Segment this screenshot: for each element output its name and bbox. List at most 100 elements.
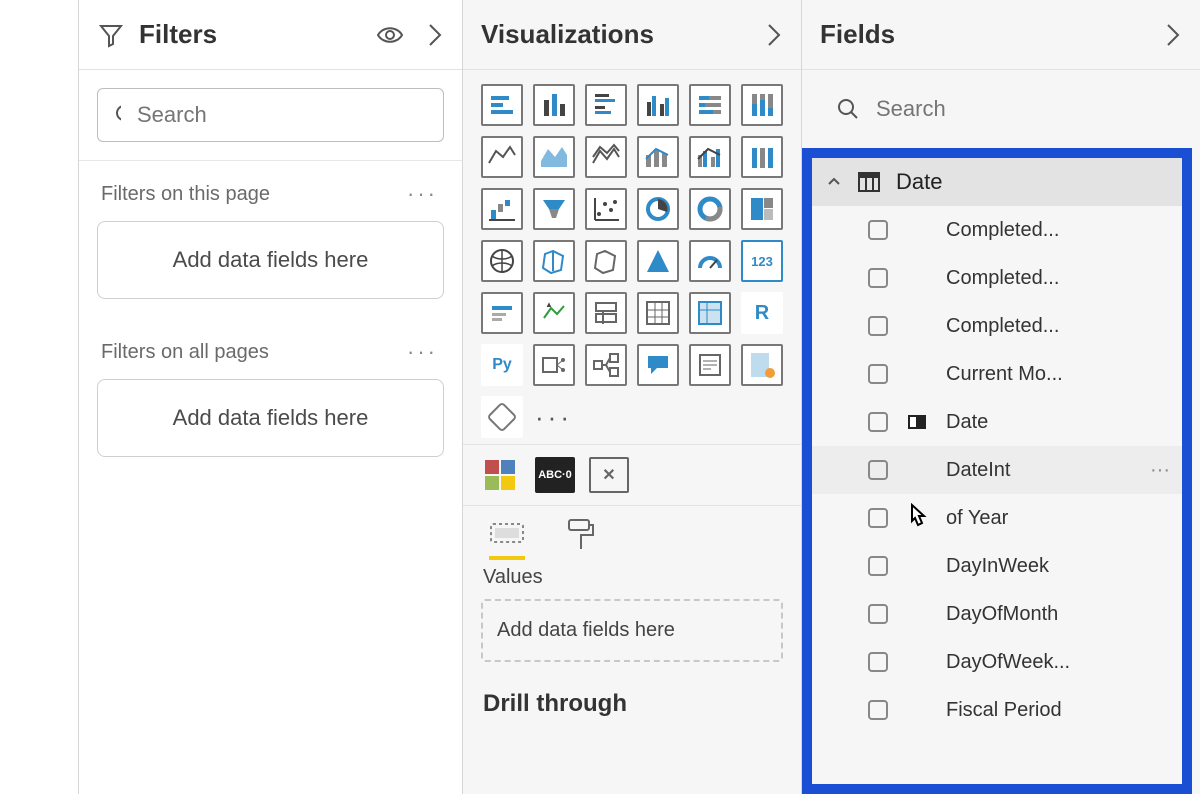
field-checkbox[interactable] <box>868 316 888 336</box>
fields-title: Fields <box>820 19 895 50</box>
viz-funnel[interactable] <box>533 188 575 230</box>
remove-chip[interactable]: ✕ <box>589 457 629 493</box>
field-item[interactable]: Date <box>812 398 1182 446</box>
viz-qna[interactable] <box>637 344 679 386</box>
viz-stacked-area[interactable] <box>585 136 627 178</box>
field-checkbox[interactable] <box>868 700 888 720</box>
field-checkbox[interactable] <box>868 556 888 576</box>
viz-line-column[interactable] <box>637 136 679 178</box>
drill-through-label: Drill through <box>463 684 801 724</box>
more-icon[interactable]: ··· <box>407 181 438 207</box>
field-label: DayOfMonth <box>946 603 1058 626</box>
filters-this-page-drop[interactable]: Add data fields here <box>97 221 444 299</box>
theme-chip[interactable] <box>481 457 521 493</box>
viz-clustered-bar[interactable] <box>585 84 627 126</box>
viz-card[interactable]: 123 <box>741 240 783 282</box>
values-label: Values <box>463 560 801 599</box>
search-icon <box>836 97 860 121</box>
field-checkbox[interactable] <box>868 604 888 624</box>
viz-decomposition[interactable] <box>585 344 627 386</box>
field-checkbox[interactable] <box>868 412 888 432</box>
fields-table-header[interactable]: Date <box>812 158 1182 206</box>
viz-donut[interactable] <box>689 188 731 230</box>
field-more-icon[interactable]: ··· <box>1150 459 1170 482</box>
field-checkbox[interactable] <box>868 652 888 672</box>
viz-filled-map[interactable] <box>533 240 575 282</box>
field-item[interactable]: DayInWeek <box>812 542 1182 590</box>
field-item[interactable]: DateInt ··· <box>812 446 1182 494</box>
viz-treemap[interactable] <box>741 188 783 230</box>
filters-search-input[interactable] <box>135 101 427 129</box>
field-checkbox[interactable] <box>868 460 888 480</box>
fields-search-input[interactable] <box>874 95 1166 123</box>
viz-line-clustered[interactable] <box>689 136 731 178</box>
chevron-right-icon[interactable] <box>426 21 444 49</box>
field-label: of Year <box>946 507 1008 530</box>
viz-stacked-column[interactable] <box>533 84 575 126</box>
field-label: Current Mo... <box>946 363 1063 386</box>
viz-100-column[interactable] <box>741 84 783 126</box>
viz-azure-map[interactable] <box>637 240 679 282</box>
abc-chip[interactable]: ABC·0 <box>535 457 575 493</box>
field-item[interactable]: Completed... <box>812 206 1182 254</box>
filters-all-pages-label: Filters on all pages <box>101 341 269 364</box>
fields-pane-header: Fields <box>802 0 1200 70</box>
filters-title: Filters <box>139 19 217 50</box>
viz-map[interactable] <box>481 240 523 282</box>
field-item[interactable]: DayOfMonth <box>812 590 1182 638</box>
eye-icon[interactable] <box>376 24 404 46</box>
chevron-right-icon[interactable] <box>1164 21 1182 49</box>
viz-gauge[interactable] <box>689 240 731 282</box>
more-icon[interactable]: ··· <box>407 339 438 365</box>
viz-pie[interactable] <box>637 188 679 230</box>
table-icon <box>858 172 880 192</box>
filters-search[interactable] <box>97 88 444 142</box>
viz-key-influencers[interactable] <box>533 344 575 386</box>
values-drop[interactable]: Add data fields here <box>481 599 783 662</box>
build-format-tab[interactable] <box>565 518 595 560</box>
field-checkbox[interactable] <box>868 220 888 240</box>
field-label: DateInt <box>946 459 1010 482</box>
viz-clustered-column[interactable] <box>637 84 679 126</box>
viz-r[interactable]: R <box>741 292 783 334</box>
field-label: Fiscal Period <box>946 699 1062 722</box>
viz-python[interactable]: Py <box>481 344 523 386</box>
viz-paginated[interactable] <box>741 344 783 386</box>
field-item[interactable]: Fiscal Period <box>812 686 1182 734</box>
field-item[interactable]: Completed... <box>812 254 1182 302</box>
chevron-right-icon[interactable] <box>765 21 783 49</box>
field-item[interactable]: Completed... <box>812 302 1182 350</box>
viz-waterfall[interactable] <box>481 188 523 230</box>
viz-smart-narrative[interactable] <box>689 344 731 386</box>
visualization-gallery: 123 ▲ R Py ··· <box>481 84 783 438</box>
viz-scatter[interactable] <box>585 188 627 230</box>
viz-line[interactable] <box>481 136 523 178</box>
viz-more[interactable]: ··· <box>533 396 575 438</box>
field-item[interactable]: of Year <box>812 494 1182 542</box>
filters-pane-header: Filters <box>79 0 462 70</box>
pointer-cursor-icon <box>902 503 932 537</box>
viz-pane-header: Visualizations <box>463 0 801 70</box>
viz-ribbon[interactable] <box>741 136 783 178</box>
field-item[interactable]: Current Mo... <box>812 350 1182 398</box>
viz-kpi[interactable]: ▲ <box>533 292 575 334</box>
build-fields-tab[interactable] <box>489 518 525 560</box>
viz-matrix[interactable] <box>689 292 731 334</box>
field-label: Completed... <box>946 267 1059 290</box>
viz-100-bar[interactable] <box>689 84 731 126</box>
field-checkbox[interactable] <box>868 364 888 384</box>
viz-power-apps[interactable] <box>481 396 523 438</box>
field-item[interactable]: DayOfWeek... <box>812 638 1182 686</box>
viz-area[interactable] <box>533 136 575 178</box>
viz-multi-card[interactable] <box>481 292 523 334</box>
field-checkbox[interactable] <box>868 508 888 528</box>
paint-roller-icon <box>565 518 595 552</box>
field-label: Date <box>946 411 988 434</box>
viz-table[interactable] <box>637 292 679 334</box>
fields-search[interactable] <box>820 82 1182 136</box>
viz-slicer[interactable] <box>585 292 627 334</box>
viz-stacked-bar[interactable] <box>481 84 523 126</box>
filters-all-pages-drop[interactable]: Add data fields here <box>97 379 444 457</box>
field-checkbox[interactable] <box>868 268 888 288</box>
viz-shape-map[interactable] <box>585 240 627 282</box>
